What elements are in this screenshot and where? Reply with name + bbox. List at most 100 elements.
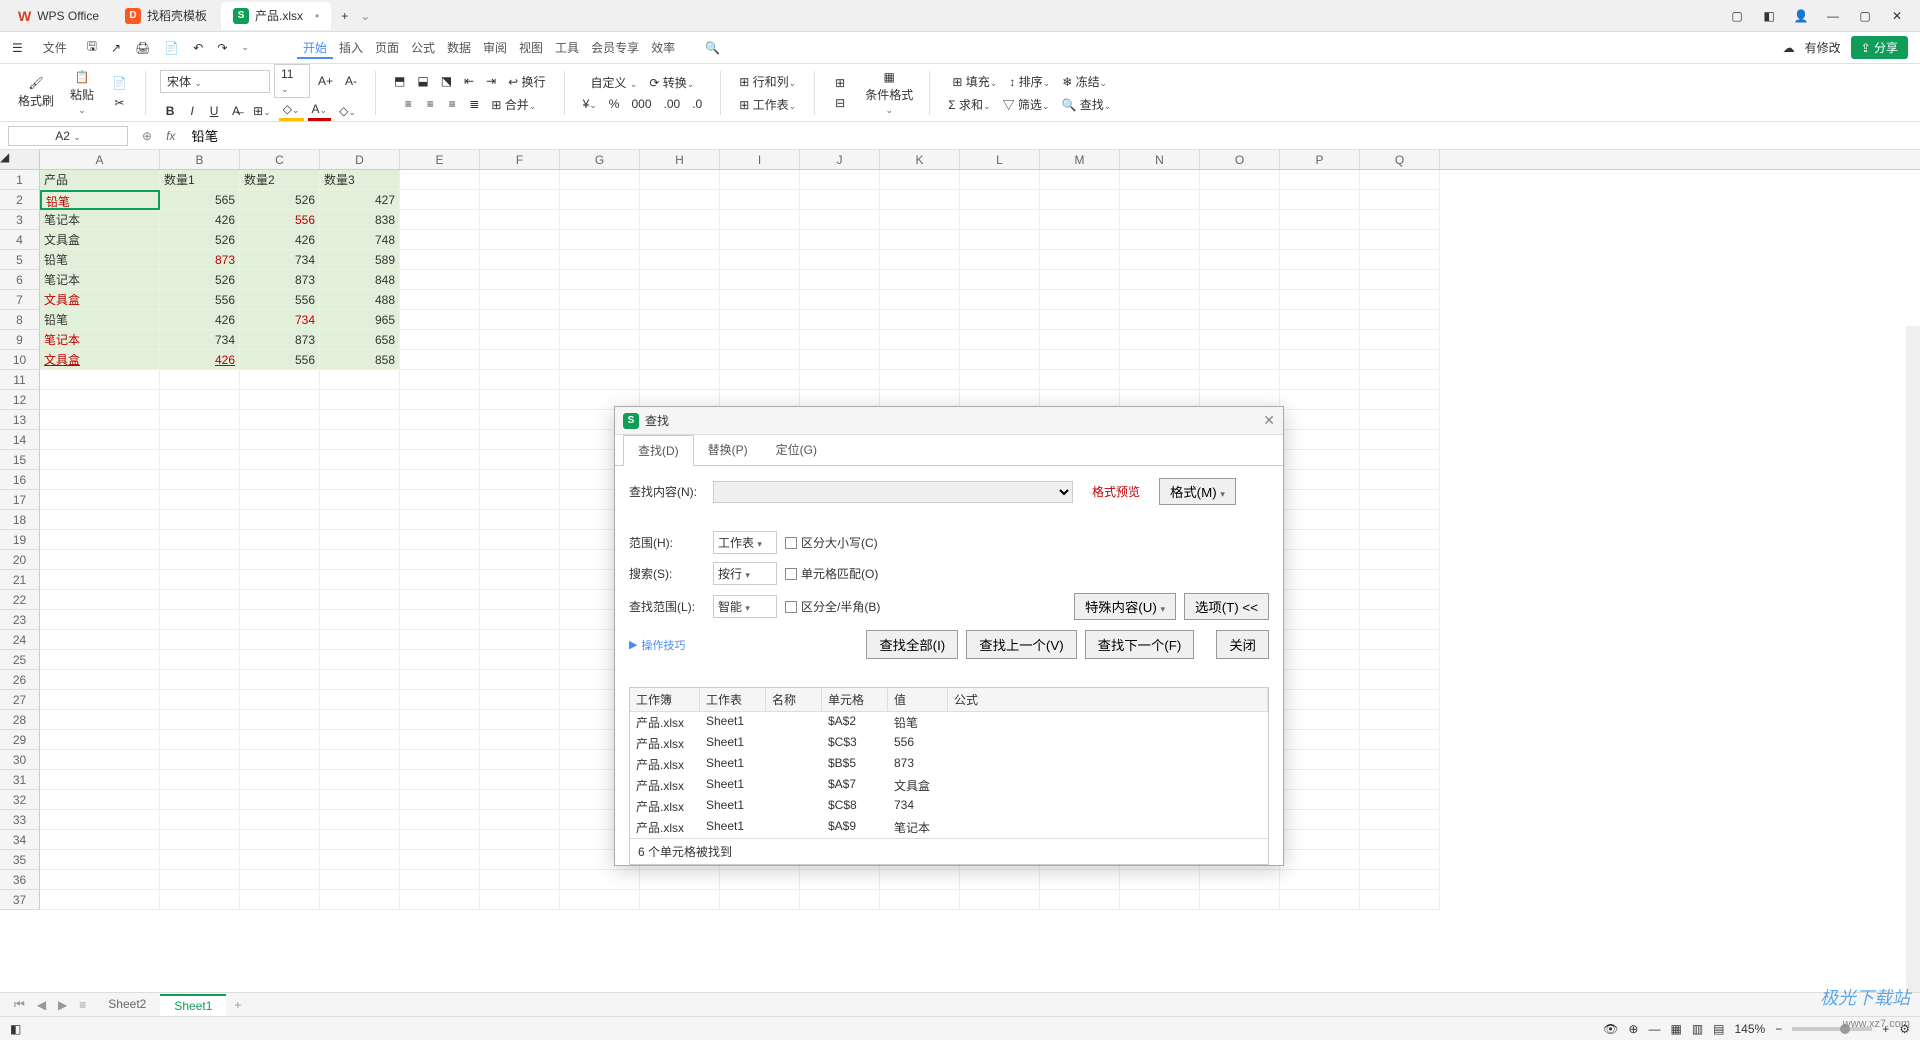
cell-D37[interactable] [320, 890, 400, 910]
cell-H8[interactable] [640, 310, 720, 330]
name-box[interactable]: A2 ⌄ [8, 126, 128, 146]
window-restore-icon[interactable]: ▢ [1728, 7, 1746, 25]
cell-B4[interactable]: 526 [160, 230, 240, 250]
cell-B16[interactable] [160, 470, 240, 490]
sum-button[interactable]: Σ 求和⌄ [944, 94, 994, 115]
cell-D28[interactable] [320, 710, 400, 730]
find-prev-button[interactable]: 查找上一个(V) [966, 630, 1076, 659]
lookin-select[interactable]: 智能 ▾ [713, 595, 777, 618]
cell-P27[interactable] [1280, 690, 1360, 710]
row-header[interactable]: 4 [0, 230, 40, 250]
cell-P18[interactable] [1280, 510, 1360, 530]
col-header-A[interactable]: A [40, 150, 160, 169]
col-workbook[interactable]: 工作簿 [630, 688, 700, 711]
cell-B15[interactable] [160, 450, 240, 470]
cell-I4[interactable] [720, 230, 800, 250]
cell-E10[interactable] [400, 350, 480, 370]
sheet-tab-Sheet1[interactable]: Sheet1 [160, 994, 226, 1016]
indent-inc-icon[interactable]: ⇥ [482, 72, 500, 90]
tips-link[interactable]: ▶操作技巧 [629, 637, 685, 653]
cell-M5[interactable] [1040, 250, 1120, 270]
cell-O5[interactable] [1200, 250, 1280, 270]
cell-J36[interactable] [800, 870, 880, 890]
cell-I7[interactable] [720, 290, 800, 310]
row-header[interactable]: 12 [0, 390, 40, 410]
cell-N3[interactable] [1120, 210, 1200, 230]
cell-A37[interactable] [40, 890, 160, 910]
find-content-input[interactable] [713, 481, 1073, 503]
cell-B13[interactable] [160, 410, 240, 430]
cell-G9[interactable] [560, 330, 640, 350]
cell-N10[interactable] [1120, 350, 1200, 370]
cell-E17[interactable] [400, 490, 480, 510]
cell-Q25[interactable] [1360, 650, 1440, 670]
cell-B21[interactable] [160, 570, 240, 590]
row-header[interactable]: 10 [0, 350, 40, 370]
cell-B26[interactable] [160, 670, 240, 690]
cell-P8[interactable] [1280, 310, 1360, 330]
align-justify-icon[interactable]: ≣ [465, 95, 483, 113]
row-col-button[interactable]: ⊞ 行和列⌄ [735, 71, 800, 92]
cell-F5[interactable] [480, 250, 560, 270]
cell-B31[interactable] [160, 770, 240, 790]
font-select[interactable]: 宋体 ⌄ [160, 70, 270, 93]
cell-E21[interactable] [400, 570, 480, 590]
cell-Q4[interactable] [1360, 230, 1440, 250]
cell-P28[interactable] [1280, 710, 1360, 730]
cell-P4[interactable] [1280, 230, 1360, 250]
cell-E33[interactable] [400, 810, 480, 830]
cell-M37[interactable] [1040, 890, 1120, 910]
font-inc-button[interactable]: A+ [314, 72, 337, 90]
col-cell[interactable]: 单元格 [822, 688, 888, 711]
cell-E23[interactable] [400, 610, 480, 630]
cell-E15[interactable] [400, 450, 480, 470]
row-header[interactable]: 33 [0, 810, 40, 830]
cell-E35[interactable] [400, 850, 480, 870]
col-header-L[interactable]: L [960, 150, 1040, 169]
worksheet-button[interactable]: ⊞ 工作表⌄ [735, 94, 800, 115]
cell-O7[interactable] [1200, 290, 1280, 310]
cell-N8[interactable] [1120, 310, 1200, 330]
cell-J11[interactable] [800, 370, 880, 390]
cell-E14[interactable] [400, 430, 480, 450]
special-content-button[interactable]: 特殊内容(U) ▾ [1074, 593, 1176, 620]
cell-D11[interactable] [320, 370, 400, 390]
cell-I11[interactable] [720, 370, 800, 390]
row-header[interactable]: 14 [0, 430, 40, 450]
cell-D35[interactable] [320, 850, 400, 870]
cell-Q19[interactable] [1360, 530, 1440, 550]
add-tab-button[interactable]: + [333, 5, 356, 27]
fill-color-button[interactable]: ◇⌄ [279, 100, 304, 121]
cell-H9[interactable] [640, 330, 720, 350]
cell-B12[interactable] [160, 390, 240, 410]
view-grid-icon[interactable]: ⊕ [1628, 1022, 1638, 1036]
row-header[interactable]: 15 [0, 450, 40, 470]
cell-A34[interactable] [40, 830, 160, 850]
cell-M11[interactable] [1040, 370, 1120, 390]
cell-F26[interactable] [480, 670, 560, 690]
align-center-icon[interactable]: ≡ [421, 95, 439, 113]
cell-Q3[interactable] [1360, 210, 1440, 230]
cell-Q29[interactable] [1360, 730, 1440, 750]
sort-button[interactable]: ↕ 排序⌄ [1005, 71, 1054, 92]
cell-A19[interactable] [40, 530, 160, 550]
options-button[interactable]: 选项(T) << [1184, 593, 1269, 620]
col-header-I[interactable]: I [720, 150, 800, 169]
cell-H1[interactable] [640, 170, 720, 190]
cell-F3[interactable] [480, 210, 560, 230]
cell-E22[interactable] [400, 590, 480, 610]
cell-D5[interactable]: 589 [320, 250, 400, 270]
tab-goto[interactable]: 定位(G) [762, 435, 831, 465]
cell-E4[interactable] [400, 230, 480, 250]
cell-C5[interactable]: 734 [240, 250, 320, 270]
tab-file[interactable]: S 产品.xlsx • [221, 2, 331, 30]
menu-公式[interactable]: 公式 [405, 37, 441, 59]
cell-L36[interactable] [960, 870, 1040, 890]
cell-G7[interactable] [560, 290, 640, 310]
cell-G37[interactable] [560, 890, 640, 910]
number-format-select[interactable]: 自定义 ⌄ [586, 72, 641, 93]
cell-B6[interactable]: 526 [160, 270, 240, 290]
cell-D12[interactable] [320, 390, 400, 410]
cell-F11[interactable] [480, 370, 560, 390]
cell-A14[interactable] [40, 430, 160, 450]
